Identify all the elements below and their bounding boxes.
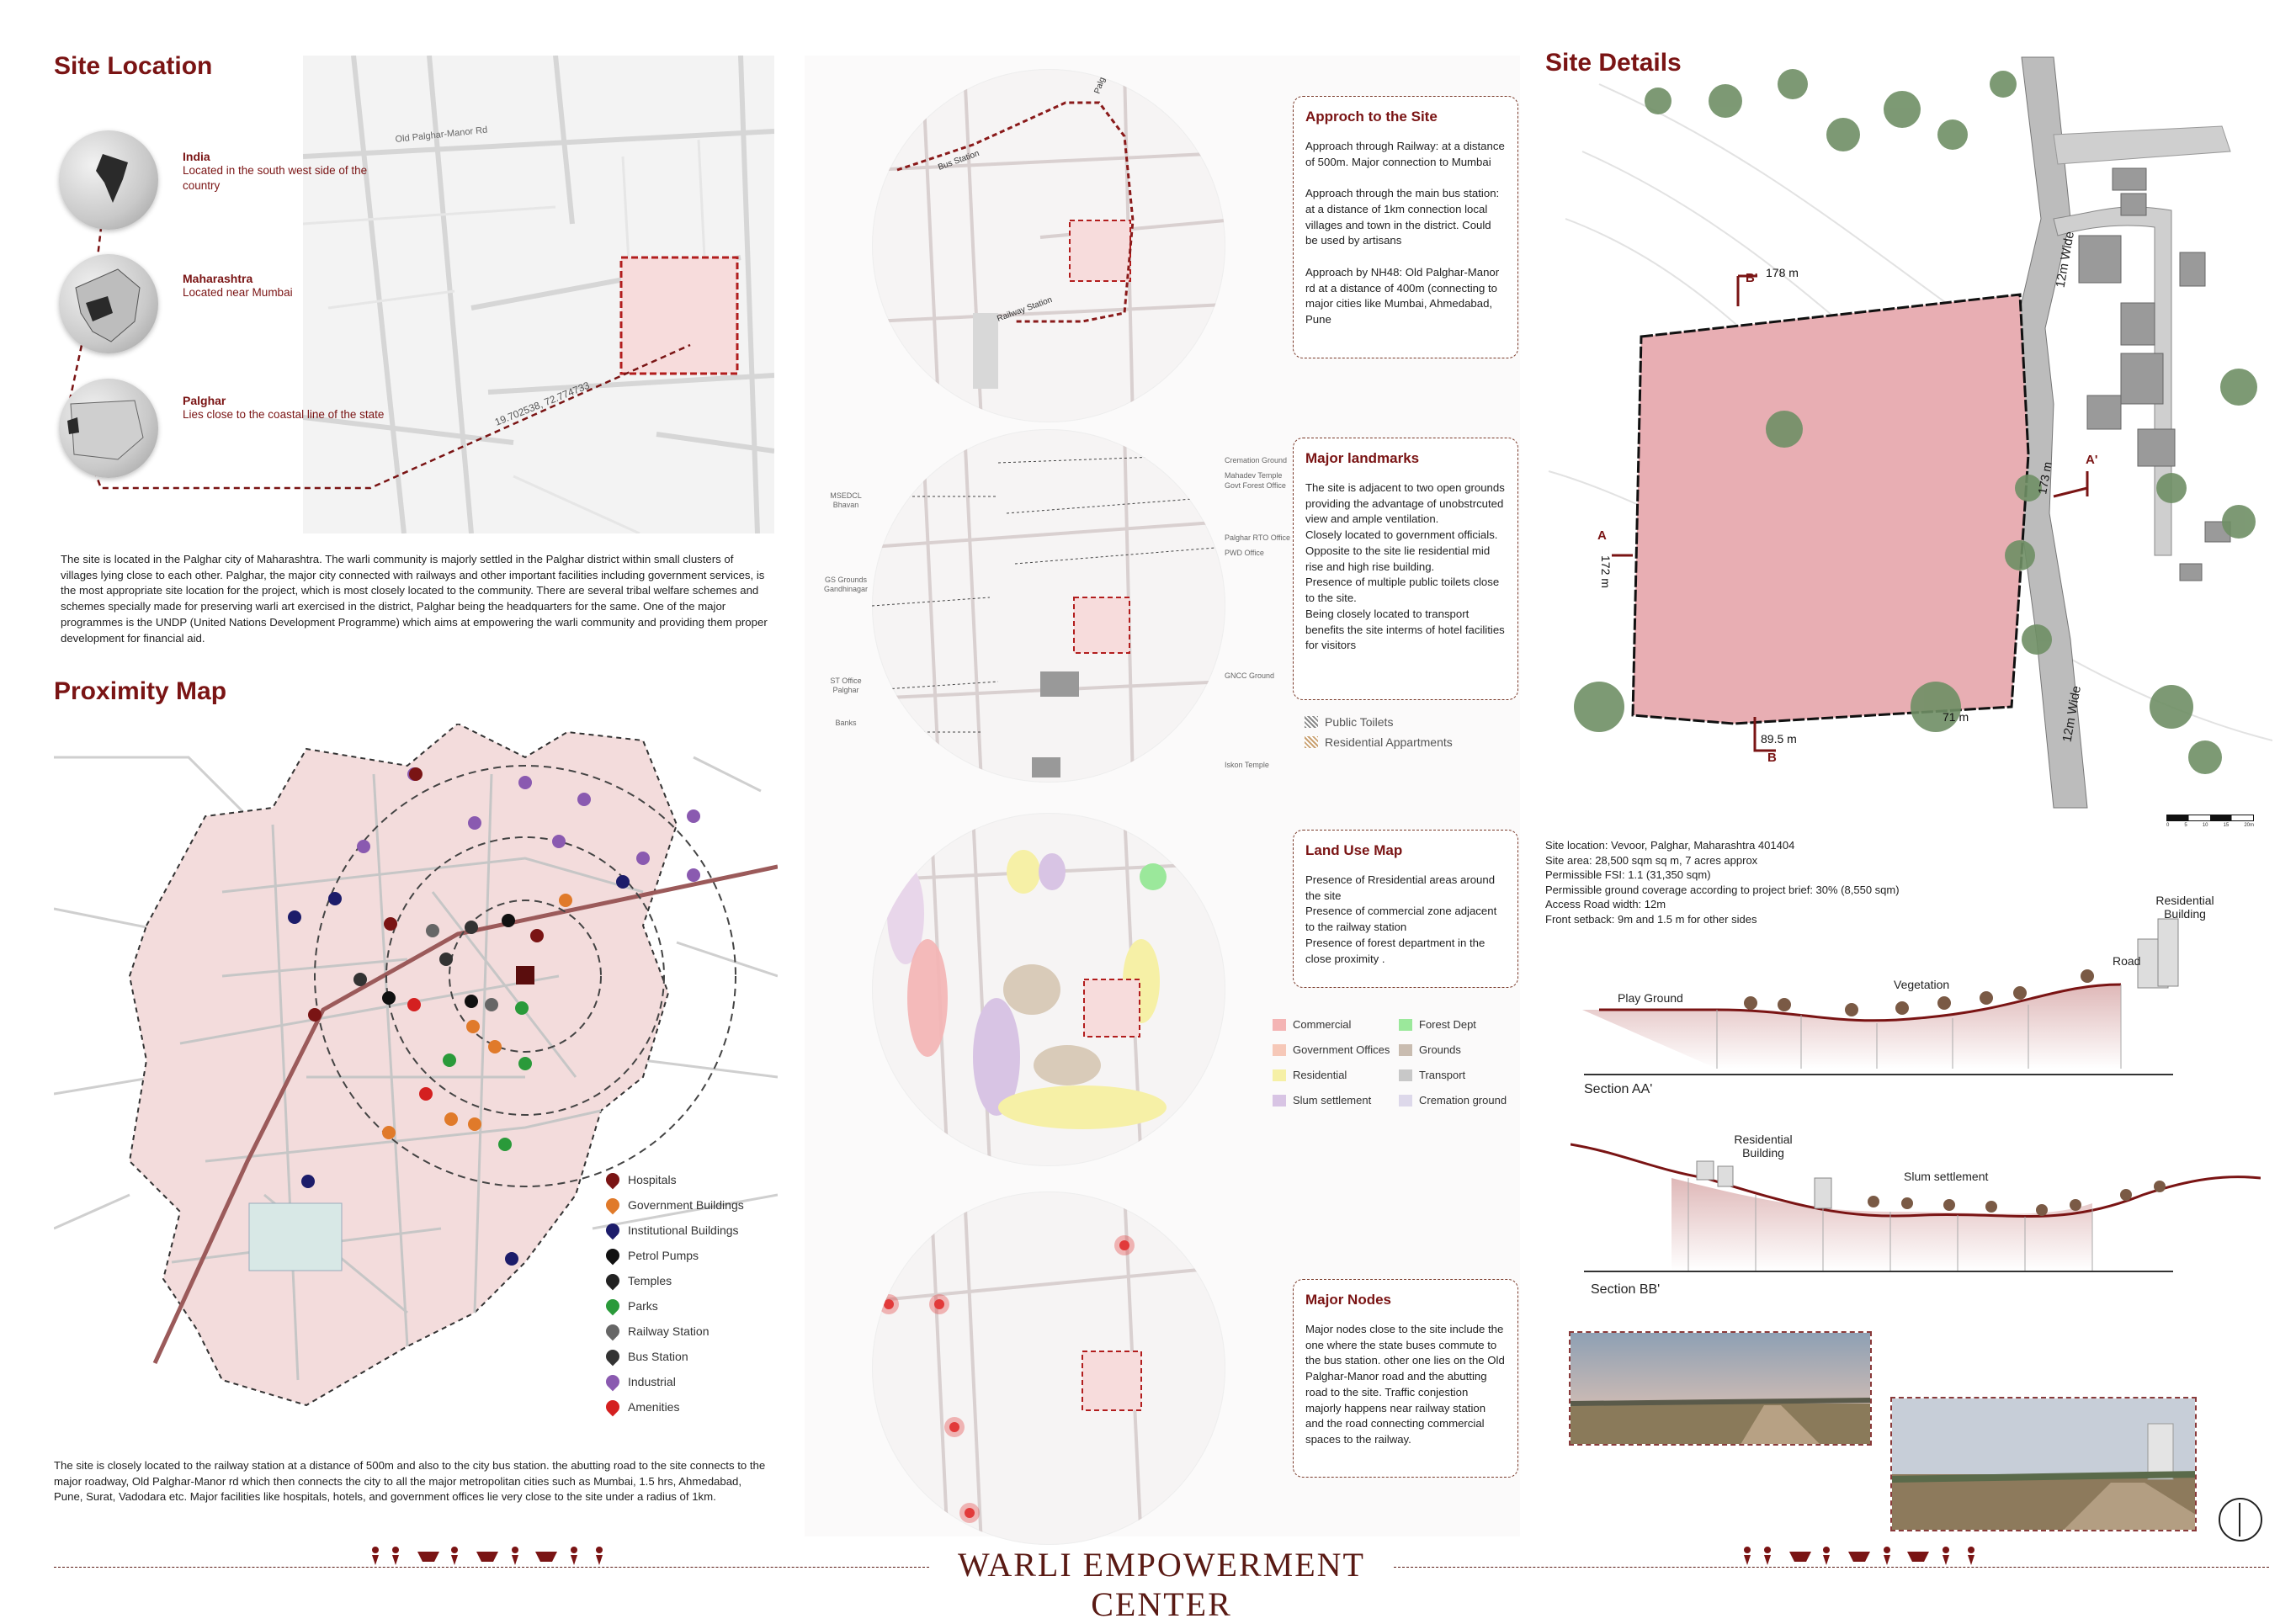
location-palghar: Palghar Lies close to the coastal line o… [183,394,385,421]
approach-circle-map: Palghar -Manor Highway Bus Station Railw… [872,69,1225,422]
legend-institutional: Institutional Buildings [603,1220,739,1240]
landmarks-legend: Public Toilets Residential Appartments [1305,715,1453,749]
government-icon [603,1195,623,1215]
residential-swatch [1273,1069,1286,1081]
legend-hospitals: Hospitals [603,1170,677,1190]
scale-bar: 0 5 10 15 20m [2166,815,2254,828]
legend-railway: Railway Station [603,1321,710,1341]
section-mark-b: B [1767,751,1777,765]
petrol-icon [603,1245,623,1266]
india-globe [59,130,158,230]
proximity-map-title: Proximity Map [54,677,227,705]
dim-bottom-right: 71 m [1943,710,1969,724]
institution-icon [603,1220,623,1240]
maharashtra-globe [59,254,158,353]
landmarks-box: Major landmarks The site is adjacent to … [1293,438,1518,700]
aa-label-playground: Play Ground [1618,991,1683,1005]
legend-amenities: Amenities [603,1397,679,1417]
cremation-swatch [1399,1094,1412,1107]
section-mark-b2: B' [1746,271,1758,285]
govt-swatch [1273,1043,1286,1056]
proximity-paragraph: The site is closely located to the railw… [54,1459,766,1504]
nodes-box: Major Nodes Major nodes close to the sit… [1293,1279,1518,1478]
dim-left: 172 m [1599,555,1613,588]
transport-swatch [1399,1069,1412,1081]
section-bb-title: Section BB' [1591,1282,1661,1297]
grounds-swatch [1399,1043,1412,1056]
landuse-legend: Commercial Forest Dept Government Office… [1273,1018,1525,1128]
hospital-icon [603,1170,623,1190]
temple-icon [603,1271,623,1291]
location-india: India Located in the south west side of … [183,150,368,192]
section-bb-drawing [1570,1128,2261,1279]
aa-label-road: Road [2113,954,2141,968]
palghar-globe [59,379,158,478]
dim-bottom-left: 89.5 m [1761,732,1797,746]
north-arrow-icon [2219,1498,2262,1542]
footer-rule-left [54,1567,929,1568]
project-title: WARLI EMPOWERMENT CENTER [958,1546,1365,1623]
legend-parks: Parks [603,1296,658,1316]
amenities-icon [603,1397,623,1417]
bus-icon [603,1346,623,1367]
forest-swatch [1399,1018,1412,1031]
landuse-box: Land Use Map Presence of Rresidential ar… [1293,830,1518,988]
legend-petrol: Petrol Pumps [603,1245,699,1266]
legend-government: Government Buildings [603,1195,744,1215]
site-location-title: Site Location [54,52,213,80]
approach-box: Approch to the Site Approach through Rai… [1293,96,1518,358]
bb-baseline [1584,1271,2173,1272]
section-aa-title: Section AA' [1584,1082,1653,1096]
aa-label-residential: Residential Building [2155,894,2214,921]
slum-swatch [1273,1094,1286,1107]
railway-icon [603,1321,623,1341]
landmarks-circle-map [872,429,1225,783]
commercial-swatch [1273,1018,1286,1031]
toilet-icon [1305,716,1318,728]
site-photo-1 [1569,1331,1872,1446]
nodes-circle-map [872,1191,1225,1545]
warli-motif-right [1739,1543,1983,1567]
section-mark-a2: A' [2086,453,2098,467]
location-maharashtra: Maharashtra Located near Mumbai [183,272,293,299]
bb-label-slum: Slum settlement [1904,1170,1989,1183]
apartment-icon [1305,736,1318,748]
section-mark-a: A [1597,528,1607,543]
site-location-paragraph: The site is located in the Palghar city … [61,553,768,645]
legend-temples: Temples [603,1271,672,1291]
aa-baseline [1584,1074,2173,1075]
industry-icon [603,1372,623,1392]
svg-text:Railway Station: Railway Station [996,295,1054,324]
legend-industrial: Industrial [603,1372,676,1392]
park-icon [603,1296,623,1316]
footer-rule-right [1394,1567,2269,1568]
site-photo-2 [1890,1397,2197,1531]
proximity-legend: Hospitals Government Buildings Instituti… [603,1165,791,1434]
warli-motif-left [367,1543,611,1567]
aa-label-vegetation: Vegetation [1894,978,1950,991]
svg-text:Bus Station: Bus Station [937,149,981,172]
bb-label-residential: Residential Building [1734,1133,1793,1160]
dim-top: 178 m [1766,266,1799,279]
legend-bus: Bus Station [603,1346,688,1367]
landuse-circle-map [872,813,1225,1166]
site-plan [1532,50,2273,825]
